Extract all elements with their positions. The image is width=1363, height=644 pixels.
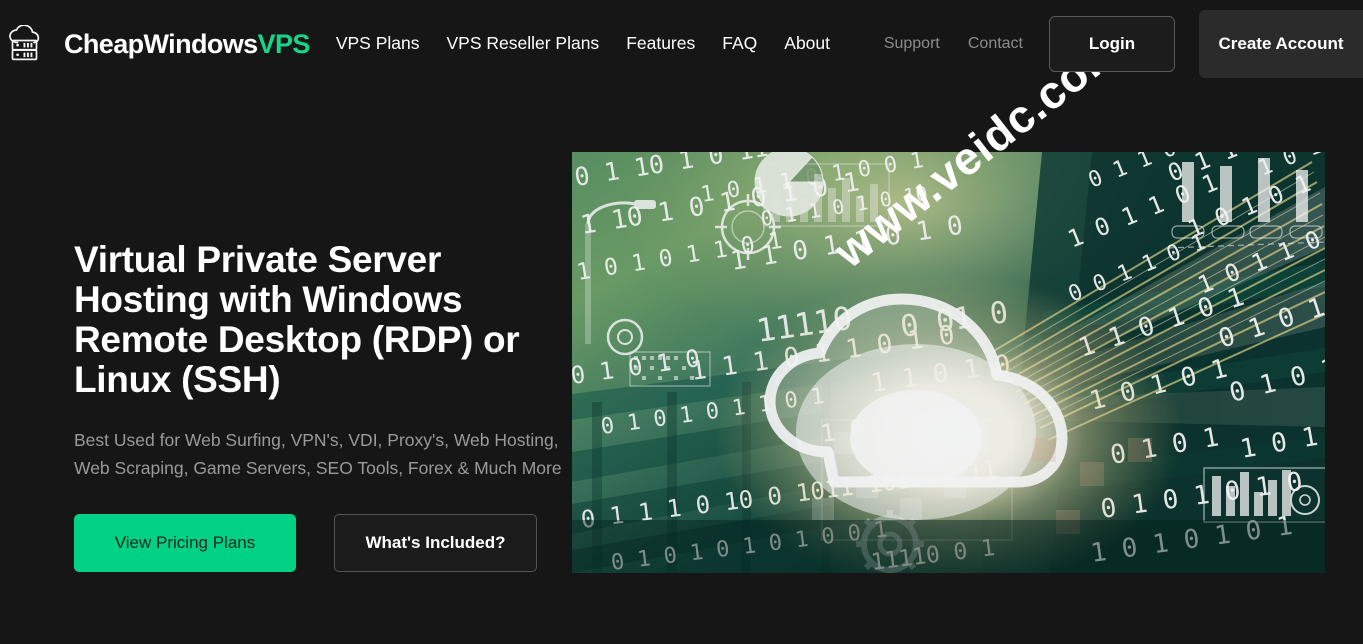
- utility-navigation: Support Contact Login Create Account: [870, 10, 1363, 78]
- nav-item-contact[interactable]: Contact: [954, 36, 1037, 52]
- whats-included-button[interactable]: What's Included?: [334, 514, 537, 572]
- hero-subtitle: Best Used for Web Surfing, VPN's, VDI, P…: [74, 426, 574, 482]
- hero-content: Virtual Private Server Hosting with Wind…: [74, 240, 584, 572]
- nav-item-features[interactable]: Features: [626, 35, 695, 53]
- site-header: CheapWindowsVPS VPS Plans VPS Reseller P…: [0, 0, 1363, 88]
- nav-item-about[interactable]: About: [784, 35, 830, 53]
- nav-item-support[interactable]: Support: [870, 36, 954, 52]
- page-title: Virtual Private Server Hosting with Wind…: [74, 240, 584, 400]
- view-pricing-plans-button[interactable]: View Pricing Plans: [74, 514, 296, 572]
- nav-item-vps-reseller-plans[interactable]: VPS Reseller Plans: [446, 35, 599, 53]
- landing-page: CheapWindowsVPS VPS Plans VPS Reseller P…: [0, 0, 1363, 644]
- hero-image: 0 1 10 1 0 11 01 0 1 1 0 1 1 0 1 0 0 1 1…: [572, 152, 1325, 573]
- hero-cta-group: View Pricing Plans What's Included?: [74, 514, 584, 572]
- nav-item-faq[interactable]: FAQ: [722, 35, 757, 53]
- cloud-server-icon: [6, 22, 50, 66]
- brand-logo[interactable]: CheapWindowsVPS: [6, 22, 310, 66]
- brand-word-cheap: Cheap: [64, 29, 144, 59]
- create-account-button[interactable]: Create Account: [1199, 10, 1363, 78]
- login-button[interactable]: Login: [1049, 16, 1175, 72]
- main-navigation: VPS Plans VPS Reseller Plans Features FA…: [336, 35, 830, 53]
- nav-item-vps-plans[interactable]: VPS Plans: [336, 35, 420, 53]
- brand-wordmark: CheapWindowsVPS: [64, 31, 310, 58]
- brand-word-windows: Windows: [144, 29, 258, 59]
- brand-word-vps: VPS: [258, 29, 310, 59]
